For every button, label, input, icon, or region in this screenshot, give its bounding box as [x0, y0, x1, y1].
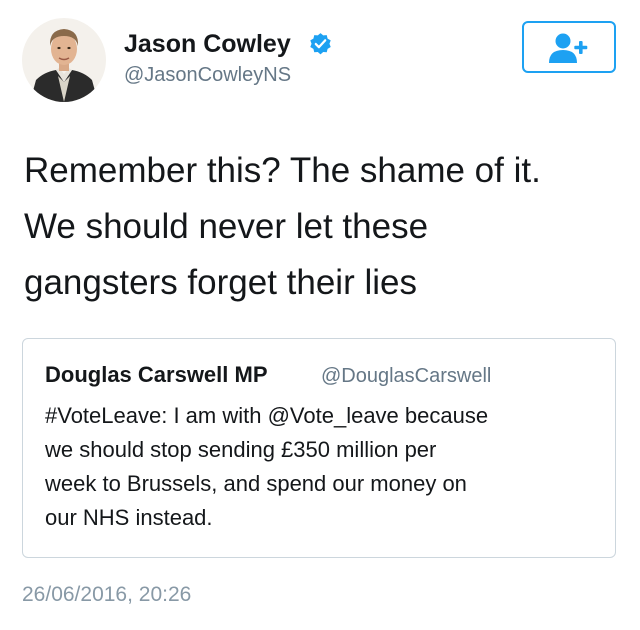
author-handle[interactable]: @JasonCowleyNS [124, 62, 291, 88]
quoted-author-handle: @DouglasCarswell [321, 365, 492, 387]
quoted-author-display-name: Douglas Carswell MP [45, 362, 268, 387]
tweet-text: Remember this? The shame of it. We shoul… [24, 151, 541, 302]
tweet-timestamp[interactable]: 26/06/2016, 20:26 [22, 581, 191, 609]
quoted-tweet-text: #VoteLeave: I am with @Vote_leave becaus… [45, 403, 489, 530]
avatar-illustration [22, 18, 106, 102]
quoted-tweet-card[interactable]: Douglas Carswell MP @DouglasCarswell #Vo… [22, 338, 616, 558]
follow-button[interactable] [522, 21, 616, 73]
verified-badge-icon [310, 33, 331, 55]
add-user-icon [549, 33, 588, 63]
author-display-name[interactable]: Jason Cowley [124, 29, 291, 59]
avatar[interactable] [22, 18, 106, 102]
